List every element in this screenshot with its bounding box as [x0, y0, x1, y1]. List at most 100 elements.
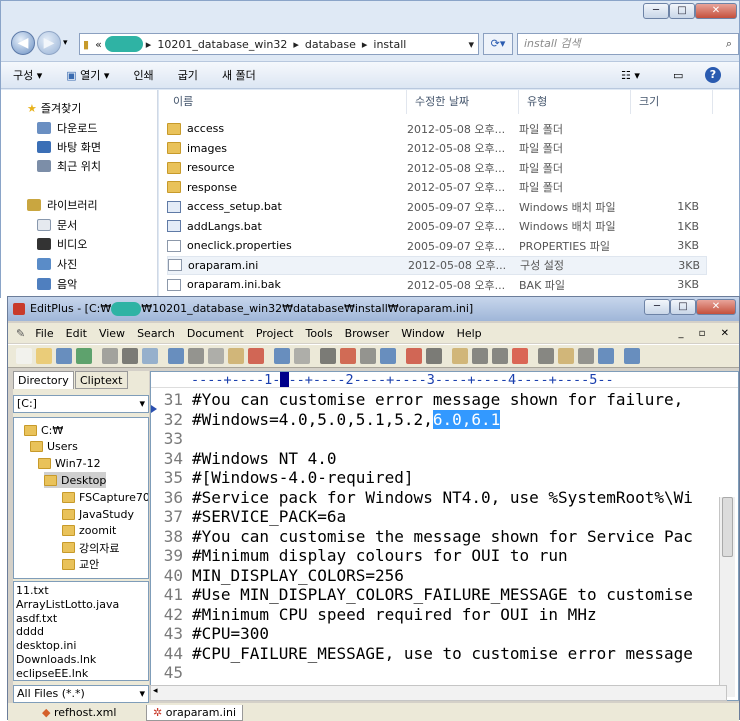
preview-icon[interactable]: [142, 348, 158, 364]
column-name[interactable]: 이름: [167, 90, 407, 114]
menu-file[interactable]: File: [29, 327, 59, 340]
maximize-button[interactable]: □: [669, 3, 695, 19]
nav-libraries[interactable]: 라이브러리: [27, 197, 98, 213]
menu-window[interactable]: Window: [395, 327, 450, 340]
dir-tree-item[interactable]: Users: [30, 439, 78, 455]
save-all-icon[interactable]: [76, 348, 92, 364]
find-in-files-icon[interactable]: [360, 348, 376, 364]
browser-icon[interactable]: [598, 348, 614, 364]
file-row[interactable]: response 2012-05-07 오후... 파일 폴더: [167, 178, 707, 197]
column-modified[interactable]: 수정한 날짜: [409, 90, 519, 114]
close-button[interactable]: ✕: [696, 299, 736, 315]
address-segment[interactable]: database: [302, 38, 359, 51]
menu-edit[interactable]: Edit: [60, 327, 93, 340]
output-icon[interactable]: [558, 348, 574, 364]
dir-tree-item[interactable]: 교안: [62, 556, 99, 572]
help-icon[interactable]: ?: [705, 67, 721, 83]
burn-button[interactable]: 굽기: [166, 67, 210, 83]
file-row[interactable]: access 2012-05-08 오후... 파일 폴더: [167, 119, 707, 138]
organize-button[interactable]: 구성 ▾: [1, 67, 54, 83]
code-line[interactable]: 42 #Minimum CPU speed required for OUI in…: [151, 605, 738, 625]
close-button[interactable]: ✕: [695, 3, 737, 19]
back-button[interactable]: ◀: [11, 31, 35, 55]
code-line[interactable]: 34 #Windows NT 4.0: [151, 449, 738, 469]
help-icon[interactable]: [624, 348, 640, 364]
vertical-scrollbar[interactable]: [719, 497, 735, 697]
ftp-icon[interactable]: [102, 348, 118, 364]
font-icon[interactable]: [406, 348, 422, 364]
dir-tree-item[interactable]: JavaStudy: [62, 506, 134, 522]
menu-tools[interactable]: Tools: [300, 327, 339, 340]
code-line[interactable]: 32 #Windows=4.0,5.0,5.1,5.2,6.0,6.1: [151, 409, 738, 430]
file-row[interactable]: access_setup.bat 2005-09-07 오후... Windows …: [167, 197, 707, 216]
address-segment[interactable]: install: [370, 38, 409, 51]
file-list-item[interactable]: Downloads.lnk: [16, 653, 96, 666]
tab-directory[interactable]: Directory: [13, 371, 74, 389]
code-line[interactable]: 33: [151, 429, 738, 449]
minimize-button[interactable]: ─: [643, 3, 669, 19]
preview-pane-icon[interactable]: ▭: [673, 69, 683, 82]
delete-icon[interactable]: [248, 348, 264, 364]
address-dropdown-icon[interactable]: ▾: [465, 38, 478, 51]
tab-cliptext[interactable]: Cliptext: [75, 371, 128, 389]
ruler-icon[interactable]: [472, 348, 488, 364]
file-row[interactable]: images 2012-05-08 오후... 파일 폴더: [167, 139, 707, 158]
undo-icon[interactable]: [274, 348, 290, 364]
nav-videos[interactable]: 비디오: [37, 236, 87, 252]
save-icon[interactable]: [56, 348, 72, 364]
line-number-icon[interactable]: [492, 348, 508, 364]
goto-icon[interactable]: [380, 348, 396, 364]
menu-view[interactable]: View: [93, 327, 131, 340]
nav-recent[interactable]: 최근 위치: [37, 158, 101, 174]
cut-icon[interactable]: [188, 348, 204, 364]
file-row[interactable]: addLangs.bat 2005-09-07 오후... Windows 배치 파…: [167, 217, 707, 236]
dir-tree-item[interactable]: FSCapture70: [62, 489, 148, 505]
paste-icon[interactable]: [228, 348, 244, 364]
find-icon[interactable]: [320, 348, 336, 364]
nav-music[interactable]: 음악: [37, 276, 77, 292]
dir-tree-item[interactable]: Desktop: [44, 472, 107, 489]
copy-icon[interactable]: [208, 348, 224, 364]
horizontal-scrollbar[interactable]: ◂: [150, 685, 727, 701]
code-line[interactable]: 37 #SERVICE_PACK=6a: [151, 507, 738, 527]
file-row[interactable]: resource 2012-05-08 오후... 파일 폴더: [167, 158, 707, 177]
dir-tree-item[interactable]: 강의자료: [62, 540, 119, 556]
code-line[interactable]: 36 #Service pack for Windows NT4.0, use %…: [151, 488, 738, 508]
code-editor[interactable]: ----+----1----+----2----+----3----+----4…: [150, 371, 739, 701]
redo-icon[interactable]: [294, 348, 310, 364]
file-list-item[interactable]: dddd: [16, 625, 44, 638]
nav-documents[interactable]: 문서: [37, 217, 77, 233]
menu-help[interactable]: Help: [451, 327, 488, 340]
address-segment[interactable]: 10201_database_win32: [154, 38, 290, 51]
search-input[interactable]: install 검색 ⌕: [517, 33, 739, 55]
address-overflow[interactable]: «: [92, 38, 105, 51]
print-icon[interactable]: [122, 348, 138, 364]
recent-pages-dropdown-icon[interactable]: ▾: [63, 38, 68, 48]
nav-pictures[interactable]: 사진: [37, 256, 77, 272]
file-list-item[interactable]: ArrayListLotto.java: [16, 598, 119, 611]
new-folder-button[interactable]: 새 폴더: [210, 67, 268, 83]
spell-check-icon[interactable]: [168, 348, 184, 364]
menu-browser[interactable]: Browser: [339, 327, 396, 340]
code-line[interactable]: 31 #You can customise error message shown…: [151, 390, 738, 410]
open-file-icon[interactable]: [36, 348, 52, 364]
file-row[interactable]: oraparam.ini 2012-05-08 오후... 구성 설정 3KB: [167, 255, 707, 275]
view-options-icon[interactable]: ☷ ▾: [621, 69, 640, 82]
file-row[interactable]: oneclick.properties 2005-09-07 오후... PROPE…: [167, 236, 707, 255]
doc-tab-oraparam[interactable]: ✲ oraparam.ini: [146, 705, 243, 721]
doc-tab-refhost[interactable]: ◆ refhost.xml: [36, 705, 122, 721]
file-list-item[interactable]: desktop.ini: [16, 639, 76, 652]
drive-select[interactable]: [C:] ▾: [13, 395, 149, 413]
column-size[interactable]: 크기: [633, 90, 713, 114]
file-type-filter[interactable]: All Files (*.*) ▾: [13, 685, 149, 703]
refresh-button[interactable]: ⟳▾: [483, 33, 513, 55]
new-file-icon[interactable]: [16, 348, 32, 364]
word-wrap-icon[interactable]: [452, 348, 468, 364]
code-line[interactable]: 35 #[Windows-4.0-required]: [151, 468, 738, 488]
code-line[interactable]: 38 #You can customise the message shown f…: [151, 527, 738, 547]
hex-icon[interactable]: [426, 348, 442, 364]
replace-icon[interactable]: [340, 348, 356, 364]
menu-document[interactable]: Document: [181, 327, 250, 340]
forward-button[interactable]: ▶: [37, 31, 61, 55]
file-list-item[interactable]: 11.txt: [16, 584, 49, 597]
